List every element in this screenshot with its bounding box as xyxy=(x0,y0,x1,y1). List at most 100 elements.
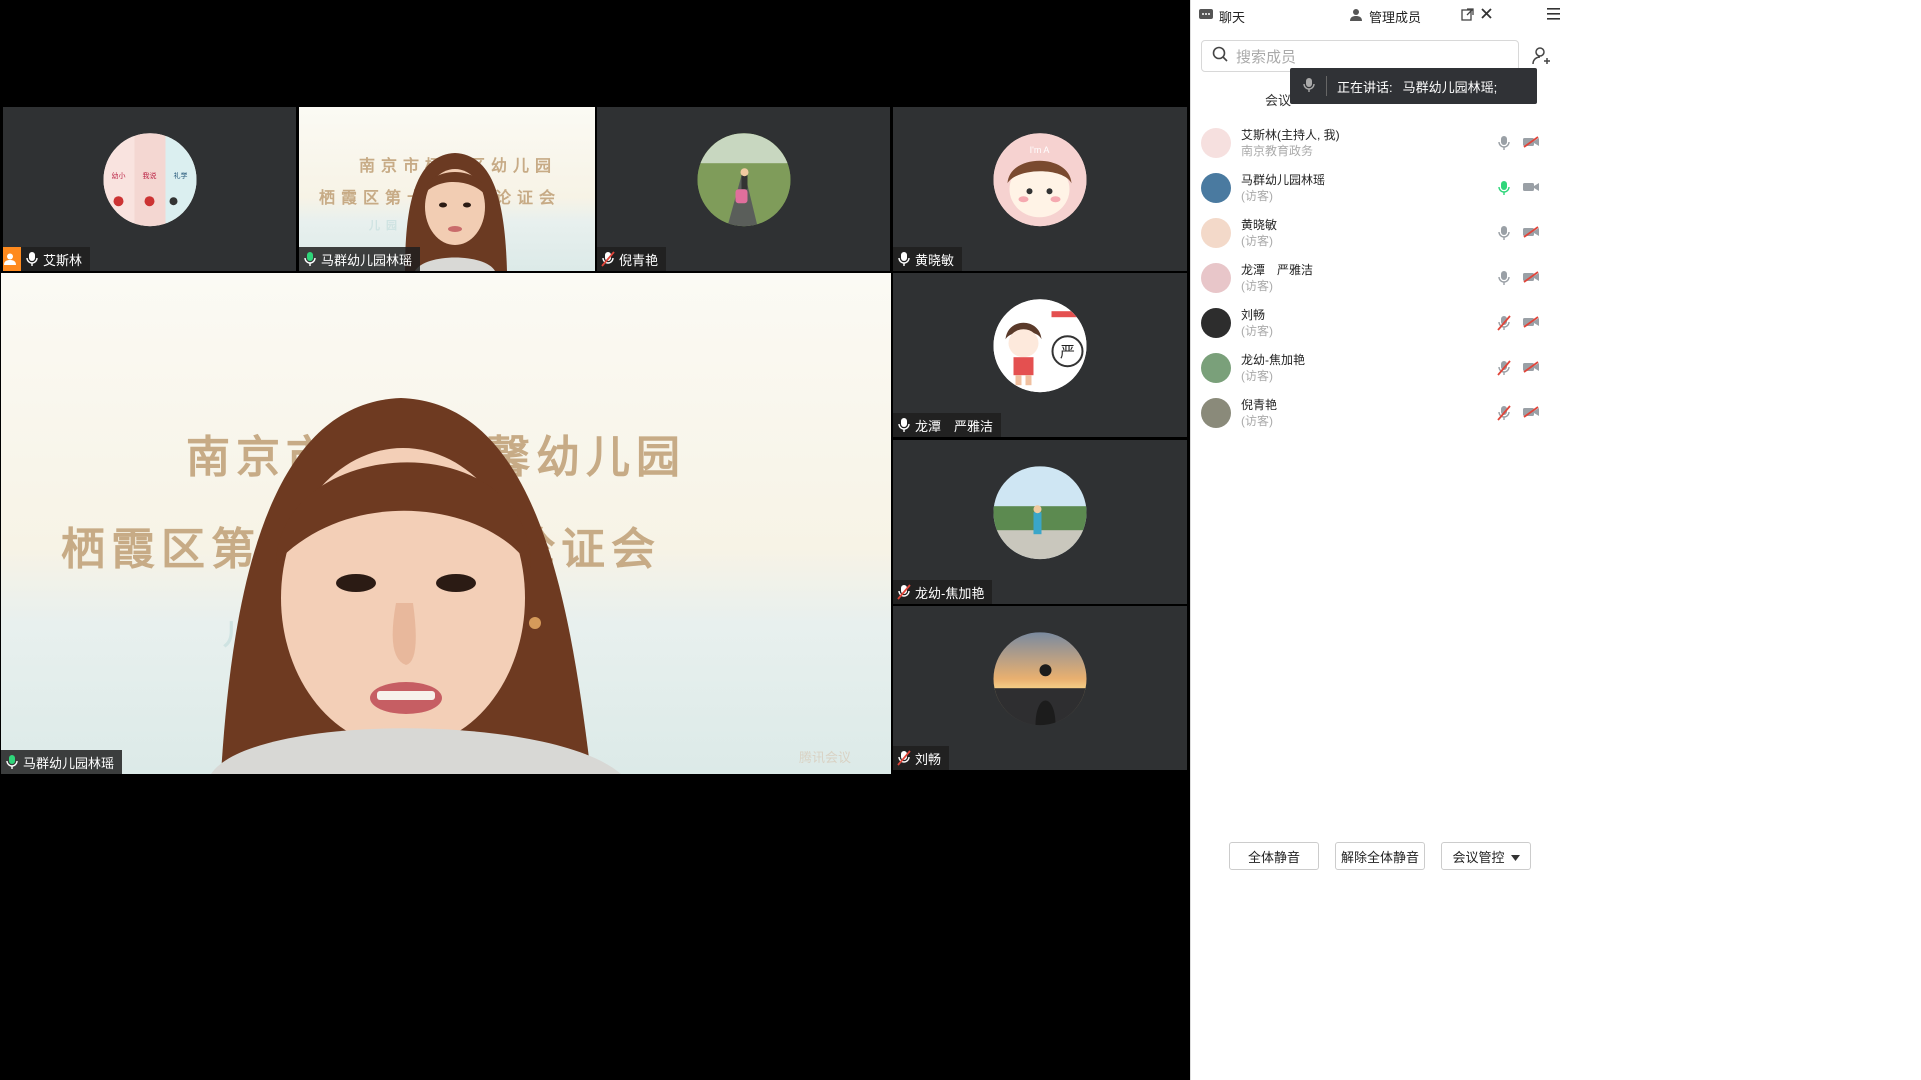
avatar xyxy=(1201,128,1231,158)
avatar xyxy=(697,133,790,227)
microphone-icon[interactable] xyxy=(1497,180,1511,201)
video-tile-jiaojiayan[interactable]: 龙幼-焦加艳 xyxy=(893,440,1187,604)
member-row[interactable]: 马群幼儿园林瑶 (访客) xyxy=(1201,168,1541,208)
svg-text:I'm A: I'm A xyxy=(1030,145,1050,155)
video-tile-huangxiaomin[interactable]: I'm A 黄晓敏 xyxy=(893,107,1187,271)
participant-name: 艾斯林 xyxy=(43,252,83,268)
member-subtitle: (访客) xyxy=(1241,189,1273,203)
speaking-indicator: 正在讲话: 马群幼儿园林瑶; xyxy=(1290,68,1537,104)
tile-nametag: 黄晓敏 xyxy=(893,247,963,271)
tile-nametag: 龙潭 严雅洁 xyxy=(893,413,1002,437)
mute-all-button[interactable]: 全体静音 xyxy=(1229,842,1319,870)
camera-icon[interactable] xyxy=(1523,180,1539,201)
microphone-muted-icon[interactable] xyxy=(1497,315,1511,336)
participant-name: 刘畅 xyxy=(915,751,942,767)
member-subtitle: (访客) xyxy=(1241,279,1273,293)
participant-name: 龙幼-焦加艳 xyxy=(915,585,985,601)
meeting-controls-button[interactable]: 会议管控 xyxy=(1441,842,1531,870)
host-icon xyxy=(3,247,21,271)
watermark: 腾讯会议 xyxy=(798,750,851,765)
participant-name: 倪青艳 xyxy=(619,252,659,268)
microphone-active-icon xyxy=(5,754,19,770)
video-stage: 幼小 我说 礼学 艾斯林 南京市栖霞区幼儿园 栖霞区第十三开题论证会 儿园 xyxy=(0,0,1190,1080)
camera-off-icon[interactable] xyxy=(1523,360,1539,381)
members-icon xyxy=(1349,8,1363,25)
microphone-active-icon xyxy=(303,251,317,267)
search-placeholder: 搜索成员 xyxy=(1236,48,1297,66)
member-row[interactable]: 龙潭 严雅洁 (访客) xyxy=(1201,258,1541,298)
menu-icon[interactable] xyxy=(1547,8,1560,23)
member-row[interactable]: 龙幼-焦加艳 (访客) xyxy=(1201,348,1541,388)
camera-off-icon[interactable] xyxy=(1523,405,1539,426)
svg-text:我说: 我说 xyxy=(142,171,156,180)
popout-icon[interactable] xyxy=(1461,8,1474,24)
search-icon xyxy=(1212,46,1228,66)
speaking-name: 马群幼儿园林瑶; xyxy=(1402,79,1498,95)
camera-off-icon[interactable] xyxy=(1523,135,1539,156)
member-row[interactable]: 倪青艳 (访客) xyxy=(1201,393,1541,433)
members-panel: 聊天 管理成员 搜索成员 会议 正在讲话: 马群幼儿园林瑶; 艾斯林(主持人, … xyxy=(1190,0,1921,1080)
member-subtitle: (访客) xyxy=(1241,369,1273,383)
tile-nametag: 刘畅 xyxy=(893,746,950,770)
member-row[interactable]: 黄晓敏 (访客) xyxy=(1201,213,1541,253)
avatar: 幼小 我说 礼学 xyxy=(103,133,196,227)
chat-icon xyxy=(1199,9,1213,24)
avatar xyxy=(1201,263,1231,293)
tile-nametag: 倪青艳 xyxy=(597,247,667,271)
avatar xyxy=(993,466,1087,560)
video-tile-aisilin[interactable]: 幼小 我说 礼学 艾斯林 xyxy=(3,107,296,271)
avatar: 严 xyxy=(993,299,1087,393)
participant-name: 黄晓敏 xyxy=(915,252,955,268)
member-name: 艾斯林(主持人, 我) xyxy=(1241,128,1340,142)
camera-off-icon[interactable] xyxy=(1523,315,1539,336)
microphone-icon xyxy=(1302,77,1316,96)
member-subtitle: (访客) xyxy=(1241,414,1273,428)
avatar xyxy=(993,632,1087,726)
member-name: 黄晓敏 xyxy=(1241,218,1278,232)
speaker-figure xyxy=(211,398,621,774)
avatar: I'm A xyxy=(993,133,1087,227)
video-tile-niqingyan[interactable]: 倪青艳 xyxy=(597,107,890,271)
chevron-down-icon xyxy=(1510,849,1520,864)
member-row[interactable]: 艾斯林(主持人, 我) 南京教育政务 xyxy=(1201,123,1541,163)
tab-manage-members[interactable]: 管理成员 xyxy=(1349,7,1421,26)
microphone-muted-icon[interactable] xyxy=(1497,405,1511,426)
close-icon[interactable] xyxy=(1480,7,1493,23)
tile-nametag: 龙幼-焦加艳 xyxy=(893,580,993,604)
avatar xyxy=(1201,353,1231,383)
speaking-prefix: 正在讲话: xyxy=(1337,79,1393,95)
member-subtitle: (访客) xyxy=(1241,324,1273,338)
tab-label: 聊天 xyxy=(1219,10,1246,25)
microphone-muted-icon[interactable] xyxy=(1497,360,1511,381)
member-name: 龙潭 严雅洁 xyxy=(1241,263,1314,277)
button-label: 会议管控 xyxy=(1452,849,1505,865)
tab-chat[interactable]: 聊天 xyxy=(1199,7,1245,26)
unmute-all-button[interactable]: 解除全体静音 xyxy=(1335,842,1425,870)
avatar xyxy=(1201,218,1231,248)
microphone-muted-icon xyxy=(897,584,911,600)
participant-name: 马群幼儿园林瑶 xyxy=(23,755,115,771)
meeting-label: 会议 xyxy=(1265,93,1292,108)
svg-text:严: 严 xyxy=(1060,344,1075,361)
member-subtitle: 南京教育政务 xyxy=(1241,144,1314,158)
member-row[interactable]: 刘畅 (访客) xyxy=(1201,303,1541,343)
main-speaker-video[interactable]: 南京市栖霞区馨幼儿园 栖霞区第十三届开题论证会 儿园 腾讯会议 马群幼儿园林瑶 xyxy=(1,273,891,774)
avatar xyxy=(1201,398,1231,428)
video-tile-linyao-thumb[interactable]: 南京市栖霞区幼儿园 栖霞区第十三开题论证会 儿园 马群幼儿园林瑶 xyxy=(299,107,595,271)
camera-off-icon[interactable] xyxy=(1523,225,1539,246)
microphone-muted-icon xyxy=(601,251,615,267)
member-name: 刘畅 xyxy=(1241,308,1266,322)
microphone-icon xyxy=(897,417,911,433)
tab-label: 管理成员 xyxy=(1369,10,1422,25)
member-subtitle: (访客) xyxy=(1241,234,1273,248)
camera-off-icon[interactable] xyxy=(1523,270,1539,291)
microphone-icon[interactable] xyxy=(1497,270,1511,291)
panel-header: 聊天 管理成员 xyxy=(1191,0,1921,30)
microphone-icon[interactable] xyxy=(1497,135,1511,156)
tile-nametag: 马群幼儿园林瑶 xyxy=(1,750,123,774)
member-name: 龙幼-焦加艳 xyxy=(1241,353,1305,367)
video-tile-liuchang[interactable]: 刘畅 xyxy=(893,606,1187,770)
video-tile-yanyajie[interactable]: 严 龙潭 严雅洁 xyxy=(893,273,1187,437)
avatar xyxy=(1201,173,1231,203)
microphone-icon[interactable] xyxy=(1497,225,1511,246)
